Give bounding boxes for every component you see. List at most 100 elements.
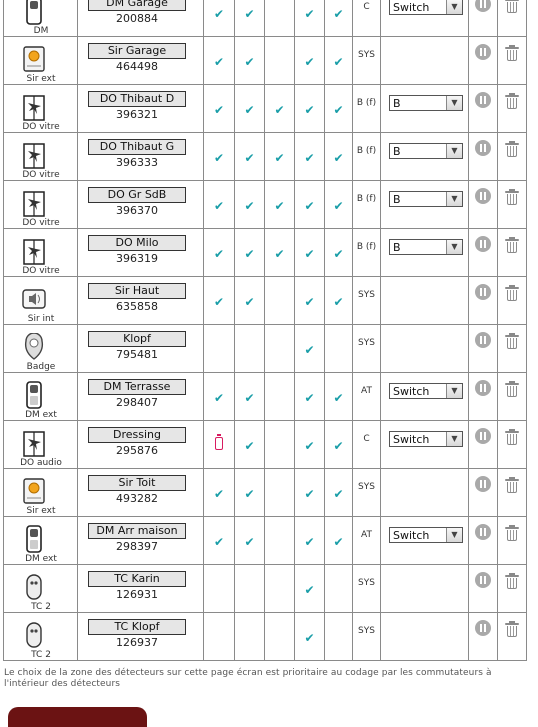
device-name-field[interactable]: Sir Garage [88, 43, 186, 59]
checkbox-zone-e[interactable]: ✔ [324, 276, 353, 325]
checkbox-zone-b[interactable]: ✔ [234, 36, 265, 85]
checkbox-zone-d[interactable]: ✔ [294, 468, 325, 517]
pause-button[interactable] [475, 379, 491, 396]
mode-select[interactable]: B ▼ [389, 190, 463, 207]
device-name-field[interactable]: DM Terrasse [88, 379, 186, 395]
chevron-down-icon[interactable]: ▼ [446, 95, 462, 110]
mode-select[interactable]: Switch ▼ [389, 526, 463, 543]
checkbox-zone-a[interactable]: ✔ [203, 372, 235, 421]
device-name-field[interactable]: Klopf [88, 331, 186, 347]
checkbox-zone-a[interactable]: ✔ [203, 228, 235, 277]
chevron-down-icon[interactable]: ▼ [446, 383, 462, 398]
checkbox-zone-b[interactable] [234, 564, 265, 613]
checkbox-zone-e[interactable] [324, 612, 353, 661]
checkbox-zone-e[interactable] [324, 324, 353, 373]
checkbox-zone-d[interactable]: ✔ [294, 612, 325, 661]
checkbox-zone-b[interactable]: ✔ [234, 0, 265, 37]
pause-button[interactable] [475, 283, 491, 300]
checkbox-zone-d[interactable]: ✔ [294, 228, 325, 277]
pause-button[interactable] [475, 619, 491, 636]
chevron-down-icon[interactable]: ▼ [446, 143, 462, 158]
checkbox-zone-e[interactable]: ✔ [324, 132, 353, 181]
checkbox-zone-e[interactable]: ✔ [324, 228, 353, 277]
checkbox-zone-e[interactable]: ✔ [324, 36, 353, 85]
checkbox-zone-b[interactable]: ✔ [234, 420, 265, 469]
checkbox-zone-e[interactable]: ✔ [324, 84, 353, 133]
checkbox-zone-a[interactable]: ✔ [203, 516, 235, 565]
pause-button[interactable] [475, 91, 491, 108]
checkbox-zone-d[interactable]: ✔ [294, 276, 325, 325]
pause-button[interactable] [475, 187, 491, 204]
checkbox-zone-d[interactable]: ✔ [294, 0, 325, 37]
chevron-down-icon[interactable]: ▼ [446, 191, 462, 206]
device-name-field[interactable]: DO Milo [88, 235, 186, 251]
trash-icon[interactable] [505, 141, 519, 157]
checkbox-zone-c[interactable]: ✔ [264, 180, 295, 229]
chevron-down-icon[interactable]: ▼ [446, 239, 462, 254]
checkbox-zone-a[interactable] [203, 324, 235, 373]
device-name-field[interactable]: Dressing [88, 427, 186, 443]
checkbox-zone-d[interactable]: ✔ [294, 180, 325, 229]
checkbox-zone-d[interactable]: ✔ [294, 372, 325, 421]
checkbox-zone-c[interactable] [264, 420, 295, 469]
checkbox-zone-a[interactable] [203, 564, 235, 613]
checkbox-zone-d[interactable]: ✔ [294, 564, 325, 613]
checkbox-zone-d[interactable]: ✔ [294, 420, 325, 469]
trash-icon[interactable] [505, 429, 519, 445]
pause-button[interactable] [475, 571, 491, 588]
checkbox-zone-c[interactable] [264, 324, 295, 373]
checkbox-zone-a[interactable] [203, 420, 235, 469]
device-name-field[interactable]: DO Gr SdB [88, 187, 186, 203]
mode-select[interactable]: Switch ▼ [389, 382, 463, 399]
checkbox-zone-a[interactable]: ✔ [203, 36, 235, 85]
checkbox-zone-a[interactable]: ✔ [203, 276, 235, 325]
checkbox-zone-e[interactable]: ✔ [324, 180, 353, 229]
device-name-field[interactable]: TC Karin [88, 571, 186, 587]
pause-button[interactable] [475, 43, 491, 60]
checkbox-zone-b[interactable]: ✔ [234, 276, 265, 325]
trash-icon[interactable] [505, 93, 519, 109]
checkbox-zone-c[interactable] [264, 612, 295, 661]
checkbox-zone-c[interactable]: ✔ [264, 228, 295, 277]
pause-button[interactable] [475, 139, 491, 156]
checkbox-zone-e[interactable]: ✔ [324, 0, 353, 37]
checkbox-zone-b[interactable]: ✔ [234, 132, 265, 181]
checkbox-zone-b[interactable]: ✔ [234, 468, 265, 517]
checkbox-zone-a[interactable]: ✔ [203, 180, 235, 229]
mode-select[interactable]: B ▼ [389, 238, 463, 255]
checkbox-zone-b[interactable]: ✔ [234, 516, 265, 565]
chevron-down-icon[interactable]: ▼ [446, 527, 462, 542]
checkbox-zone-d[interactable]: ✔ [294, 84, 325, 133]
mode-select[interactable]: Switch ▼ [389, 0, 463, 15]
checkbox-zone-e[interactable] [324, 564, 353, 613]
checkbox-zone-d[interactable]: ✔ [294, 516, 325, 565]
pause-button[interactable] [475, 0, 491, 12]
pause-button[interactable] [475, 475, 491, 492]
trash-icon[interactable] [505, 525, 519, 541]
checkbox-zone-b[interactable]: ✔ [234, 180, 265, 229]
trash-icon[interactable] [505, 477, 519, 493]
pause-button[interactable] [475, 523, 491, 540]
trash-icon[interactable] [505, 189, 519, 205]
trash-icon[interactable] [505, 381, 519, 397]
checkbox-zone-c[interactable]: ✔ [264, 84, 295, 133]
mode-select[interactable]: B ▼ [389, 142, 463, 159]
mode-select[interactable]: Switch ▼ [389, 430, 463, 447]
trash-icon[interactable] [505, 285, 519, 301]
trash-icon[interactable] [505, 333, 519, 349]
checkbox-zone-d[interactable]: ✔ [294, 132, 325, 181]
checkbox-zone-c[interactable] [264, 564, 295, 613]
trash-icon[interactable] [505, 573, 519, 589]
checkbox-zone-d[interactable]: ✔ [294, 36, 325, 85]
checkbox-zone-a[interactable]: ✔ [203, 84, 235, 133]
checkbox-zone-c[interactable] [264, 36, 295, 85]
submit-button[interactable] [8, 707, 147, 727]
checkbox-zone-a[interactable]: ✔ [203, 468, 235, 517]
checkbox-zone-c[interactable] [264, 372, 295, 421]
checkbox-zone-b[interactable]: ✔ [234, 84, 265, 133]
checkbox-zone-c[interactable] [264, 516, 295, 565]
mode-select[interactable]: B ▼ [389, 94, 463, 111]
checkbox-zone-d[interactable]: ✔ [294, 324, 325, 373]
chevron-down-icon[interactable]: ▼ [446, 0, 462, 14]
checkbox-zone-c[interactable] [264, 276, 295, 325]
